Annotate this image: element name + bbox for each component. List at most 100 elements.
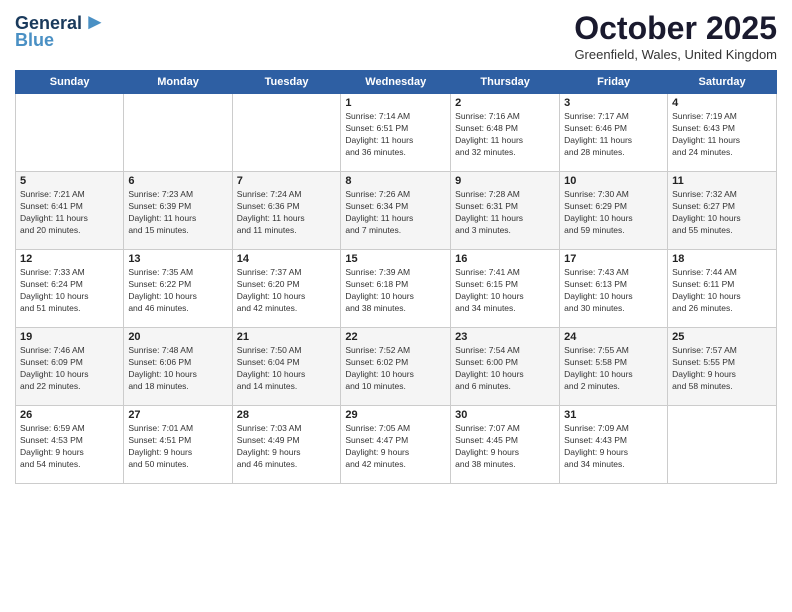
day-number: 28	[237, 409, 337, 421]
day-info: Sunrise: 7:16 AM Sunset: 6:48 PM Dayligh…	[455, 111, 555, 159]
calendar-cell	[232, 94, 341, 172]
day-info: Sunrise: 7:28 AM Sunset: 6:31 PM Dayligh…	[455, 189, 555, 237]
day-info: Sunrise: 7:35 AM Sunset: 6:22 PM Dayligh…	[128, 267, 227, 315]
day-info: Sunrise: 7:17 AM Sunset: 6:46 PM Dayligh…	[564, 111, 663, 159]
calendar-cell: 13 Sunrise: 7:35 AM Sunset: 6:22 PM Dayli…	[124, 250, 232, 328]
day-info: Sunrise: 7:54 AM Sunset: 6:00 PM Dayligh…	[455, 345, 555, 393]
day-number: 26	[20, 409, 119, 421]
day-number: 22	[345, 331, 446, 343]
month-title: October 2025	[574, 10, 777, 47]
day-info: Sunrise: 7:23 AM Sunset: 6:39 PM Dayligh…	[128, 189, 227, 237]
header: General► Blue October 2025 Greenfield, W…	[15, 10, 777, 62]
day-info: Sunrise: 7:32 AM Sunset: 6:27 PM Dayligh…	[672, 189, 772, 237]
calendar-cell: 24 Sunrise: 7:55 AM Sunset: 5:58 PM Dayli…	[560, 328, 668, 406]
logo: General► Blue	[15, 10, 106, 51]
day-info: Sunrise: 7:43 AM Sunset: 6:13 PM Dayligh…	[564, 267, 663, 315]
calendar-cell: 30Sunrise: 7:07 AM Sunset: 4:45 PM Dayli…	[451, 406, 560, 484]
day-header-monday: Monday	[124, 71, 232, 94]
day-info: Sunrise: 7:39 AM Sunset: 6:18 PM Dayligh…	[345, 267, 446, 315]
day-info: Sunrise: 7:57 AM Sunset: 5:55 PM Dayligh…	[672, 345, 772, 393]
day-number: 11	[672, 175, 772, 187]
calendar-cell: 22 Sunrise: 7:52 AM Sunset: 6:02 PM Dayli…	[341, 328, 451, 406]
calendar-cell: 8 Sunrise: 7:26 AM Sunset: 6:34 PM Daylig…	[341, 172, 451, 250]
day-info: Sunrise: 7:30 AM Sunset: 6:29 PM Dayligh…	[564, 189, 663, 237]
day-info: Sunrise: 7:01 AM Sunset: 4:51 PM Dayligh…	[128, 423, 227, 471]
day-number: 3	[564, 97, 663, 109]
day-number: 4	[672, 97, 772, 109]
calendar-cell	[668, 406, 777, 484]
calendar-cell: 25 Sunrise: 7:57 AM Sunset: 5:55 PM Dayli…	[668, 328, 777, 406]
calendar-cell: 10 Sunrise: 7:30 AM Sunset: 6:29 PM Dayli…	[560, 172, 668, 250]
day-info: Sunrise: 7:44 AM Sunset: 6:11 PM Dayligh…	[672, 267, 772, 315]
day-info: Sunrise: 7:21 AM Sunset: 6:41 PM Dayligh…	[20, 189, 119, 237]
day-number: 19	[20, 331, 119, 343]
day-info: Sunrise: 7:03 AM Sunset: 4:49 PM Dayligh…	[237, 423, 337, 471]
day-header-thursday: Thursday	[451, 71, 560, 94]
calendar-cell: 5 Sunrise: 7:21 AM Sunset: 6:41 PM Daylig…	[16, 172, 124, 250]
day-number: 12	[20, 253, 119, 265]
title-block: October 2025 Greenfield, Wales, United K…	[574, 10, 777, 62]
day-header-sunday: Sunday	[16, 71, 124, 94]
calendar-cell: 18 Sunrise: 7:44 AM Sunset: 6:11 PM Dayli…	[668, 250, 777, 328]
calendar-cell: 31Sunrise: 7:09 AM Sunset: 4:43 PM Dayli…	[560, 406, 668, 484]
day-header-friday: Friday	[560, 71, 668, 94]
week-row-4: 19 Sunrise: 7:46 AM Sunset: 6:09 PM Dayli…	[16, 328, 777, 406]
day-info: Sunrise: 7:41 AM Sunset: 6:15 PM Dayligh…	[455, 267, 555, 315]
day-info: Sunrise: 7:48 AM Sunset: 6:06 PM Dayligh…	[128, 345, 227, 393]
day-header-tuesday: Tuesday	[232, 71, 341, 94]
day-number: 29	[345, 409, 446, 421]
day-number: 16	[455, 253, 555, 265]
day-number: 25	[672, 331, 772, 343]
day-number: 20	[128, 331, 227, 343]
day-number: 10	[564, 175, 663, 187]
day-info: Sunrise: 7:52 AM Sunset: 6:02 PM Dayligh…	[345, 345, 446, 393]
calendar-cell: 16 Sunrise: 7:41 AM Sunset: 6:15 PM Dayli…	[451, 250, 560, 328]
calendar-cell: 1Sunrise: 7:14 AM Sunset: 6:51 PM Daylig…	[341, 94, 451, 172]
day-number: 1	[345, 97, 446, 109]
calendar-cell	[124, 94, 232, 172]
day-info: Sunrise: 7:26 AM Sunset: 6:34 PM Dayligh…	[345, 189, 446, 237]
week-row-3: 12 Sunrise: 7:33 AM Sunset: 6:24 PM Dayli…	[16, 250, 777, 328]
calendar-cell: 12 Sunrise: 7:33 AM Sunset: 6:24 PM Dayli…	[16, 250, 124, 328]
header-row: SundayMondayTuesdayWednesdayThursdayFrid…	[16, 71, 777, 94]
day-number: 24	[564, 331, 663, 343]
calendar-cell: 7 Sunrise: 7:24 AM Sunset: 6:36 PM Daylig…	[232, 172, 341, 250]
calendar-cell: 23 Sunrise: 7:54 AM Sunset: 6:00 PM Dayli…	[451, 328, 560, 406]
calendar-cell: 15 Sunrise: 7:39 AM Sunset: 6:18 PM Dayli…	[341, 250, 451, 328]
calendar-cell: 29 Sunrise: 7:05 AM Sunset: 4:47 PM Dayli…	[341, 406, 451, 484]
week-row-2: 5 Sunrise: 7:21 AM Sunset: 6:41 PM Daylig…	[16, 172, 777, 250]
day-info: Sunrise: 7:33 AM Sunset: 6:24 PM Dayligh…	[20, 267, 119, 315]
day-info: Sunrise: 7:24 AM Sunset: 6:36 PM Dayligh…	[237, 189, 337, 237]
week-row-1: 1Sunrise: 7:14 AM Sunset: 6:51 PM Daylig…	[16, 94, 777, 172]
calendar-cell: 6Sunrise: 7:23 AM Sunset: 6:39 PM Daylig…	[124, 172, 232, 250]
day-number: 21	[237, 331, 337, 343]
day-info: Sunrise: 7:05 AM Sunset: 4:47 PM Dayligh…	[345, 423, 446, 471]
day-number: 7	[237, 175, 337, 187]
day-number: 15	[345, 253, 446, 265]
day-info: Sunrise: 7:46 AM Sunset: 6:09 PM Dayligh…	[20, 345, 119, 393]
week-row-5: 26Sunrise: 6:59 AM Sunset: 4:53 PM Dayli…	[16, 406, 777, 484]
day-number: 23	[455, 331, 555, 343]
calendar-cell: 3 Sunrise: 7:17 AM Sunset: 6:46 PM Daylig…	[560, 94, 668, 172]
day-number: 8	[345, 175, 446, 187]
day-header-wednesday: Wednesday	[341, 71, 451, 94]
subtitle: Greenfield, Wales, United Kingdom	[574, 47, 777, 62]
day-header-saturday: Saturday	[668, 71, 777, 94]
calendar-cell: 20 Sunrise: 7:48 AM Sunset: 6:06 PM Dayli…	[124, 328, 232, 406]
day-number: 13	[128, 253, 227, 265]
day-number: 5	[20, 175, 119, 187]
day-number: 17	[564, 253, 663, 265]
day-number: 9	[455, 175, 555, 187]
calendar-cell: 11 Sunrise: 7:32 AM Sunset: 6:27 PM Dayli…	[668, 172, 777, 250]
day-number: 31	[564, 409, 663, 421]
calendar-cell: 28 Sunrise: 7:03 AM Sunset: 4:49 PM Dayli…	[232, 406, 341, 484]
day-info: Sunrise: 7:55 AM Sunset: 5:58 PM Dayligh…	[564, 345, 663, 393]
day-number: 2	[455, 97, 555, 109]
calendar-cell: 26Sunrise: 6:59 AM Sunset: 4:53 PM Dayli…	[16, 406, 124, 484]
day-number: 18	[672, 253, 772, 265]
day-number: 30	[455, 409, 555, 421]
day-number: 27	[128, 409, 227, 421]
calendar-cell: 2 Sunrise: 7:16 AM Sunset: 6:48 PM Daylig…	[451, 94, 560, 172]
calendar-container: General► Blue October 2025 Greenfield, W…	[0, 0, 792, 494]
calendar-cell: 9 Sunrise: 7:28 AM Sunset: 6:31 PM Daylig…	[451, 172, 560, 250]
